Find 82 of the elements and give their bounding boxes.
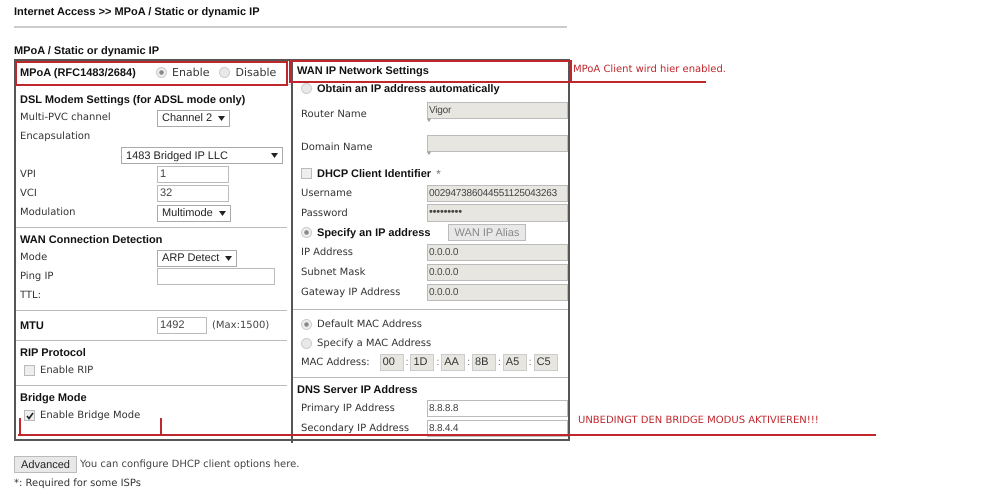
field-label: Secondary IP Address <box>300 422 410 434</box>
caret-icon <box>218 210 226 216</box>
section-heading: RIP Protocol <box>20 346 86 361</box>
section-heading: MPoA (RFC1483/2684) <box>20 66 137 78</box>
annotation-note: MPoA Client wird hier enabled. <box>573 64 726 75</box>
dropdown[interactable]: Channel 2 <box>157 110 230 127</box>
field-label: MAC Address: <box>301 357 370 368</box>
field-label: IP Address <box>300 246 354 258</box>
field-label: VCI <box>20 188 38 199</box>
field-label: Username <box>300 188 353 198</box>
separator-text: : <box>528 357 532 368</box>
caret-icon <box>218 116 226 121</box>
field-label: Mode <box>20 252 48 263</box>
asterisk-text: * <box>436 168 441 180</box>
section-heading: DNS Server IP Address <box>297 383 418 398</box>
asterisk-text: * <box>427 152 432 160</box>
radio-label: Default MAC Address <box>317 319 422 330</box>
separator-text: : <box>406 357 408 368</box>
page-title: MPoA / Static or dynamic IP <box>14 45 160 57</box>
checkbox-label: DHCP Client Identifier <box>317 168 432 180</box>
field-label: Domain Name <box>300 142 374 153</box>
hint-text: (Max:1500) <box>212 320 270 331</box>
annotation-note: UNBEDINGT DEN BRIDGE MODUS AKTIVIEREN!!! <box>578 415 819 426</box>
field-label: Password <box>300 208 349 218</box>
section-heading: DSL Modem Settings (for ADSL mode only) <box>20 93 246 108</box>
field-label: Encapsulation <box>20 131 92 142</box>
radio-label: Specify a MAC Address <box>317 338 432 349</box>
hint-text: You can configure DHCP client options here. <box>80 459 300 470</box>
check-icon <box>26 412 34 420</box>
radio-button[interactable] <box>301 319 312 330</box>
section-heading: Bridge Mode <box>20 391 87 406</box>
dropdown[interactable]: 1483 Bridged IP LLC <box>121 147 283 164</box>
radio-button[interactable] <box>301 338 312 349</box>
radio-label: Obtain an IP address automatically <box>317 82 500 94</box>
annotation-tick <box>19 418 21 436</box>
separator-text: : <box>498 357 501 368</box>
field-label: Subnet Mask <box>300 266 366 278</box>
radio-label: Enable <box>172 66 210 79</box>
mac-octet-field[interactable]: 00 <box>380 354 404 371</box>
field-label: Ping IP <box>20 271 54 282</box>
field-label: VPI <box>20 169 37 180</box>
asterisk-text: * <box>427 119 432 127</box>
radio-button[interactable] <box>156 67 167 78</box>
field-label: TTL: <box>20 290 42 301</box>
section-heading: WAN IP Network Settings <box>297 64 429 79</box>
input-field[interactable] <box>157 268 275 285</box>
input-field[interactable]: 1 <box>157 166 229 183</box>
field-label: Primary IP Address <box>300 402 396 414</box>
caret-icon <box>225 256 232 261</box>
breadcrumb-text: Internet Access >> MPoA / Static or dynamic IP <box>14 6 261 20</box>
checkbox[interactable] <box>24 410 35 421</box>
radio-button[interactable] <box>219 67 230 78</box>
mac-octet-field[interactable]: 8B <box>472 354 496 371</box>
mac-octet-field[interactable]: A5 <box>502 354 527 371</box>
field-label: Router Name <box>300 109 368 120</box>
field-label: Gateway IP Address <box>300 286 402 298</box>
checkbox-label: Enable RIP <box>40 365 94 376</box>
input-field[interactable]: 8.8.8.8 <box>427 400 568 416</box>
mac-octet-field[interactable]: AA <box>441 354 466 371</box>
dropdown[interactable]: ARP Detect <box>157 250 238 267</box>
input-field[interactable]: 1492 <box>157 317 207 334</box>
checkbox-label: Enable Bridge Mode <box>40 410 140 421</box>
radio-label: Specify an IP address <box>317 226 431 238</box>
annotation-tick <box>160 418 162 435</box>
section-heading: MTU <box>20 320 45 332</box>
radio-button[interactable] <box>301 227 312 238</box>
checkbox[interactable] <box>24 365 35 376</box>
radio-label: Disable <box>235 66 276 79</box>
mac-octet-field[interactable]: C5 <box>534 354 558 371</box>
mac-octet-field[interactable]: 1D <box>410 354 434 371</box>
section-heading: WAN Connection Detection <box>20 233 162 248</box>
checkbox[interactable] <box>301 168 312 179</box>
caret-icon <box>271 153 278 158</box>
input-field[interactable]: 32 <box>157 185 229 202</box>
field-label: Modulation <box>20 207 76 218</box>
dropdown[interactable]: Multimode <box>157 204 231 222</box>
separator-text: : <box>467 357 470 368</box>
advanced-button[interactable]: Advanced <box>14 456 77 473</box>
footnote-text: *: Required for some ISPs <box>14 478 142 489</box>
radio-button[interactable] <box>301 83 312 94</box>
separator-text: : <box>436 357 440 368</box>
field-label: Multi-PVC channel <box>20 112 112 123</box>
